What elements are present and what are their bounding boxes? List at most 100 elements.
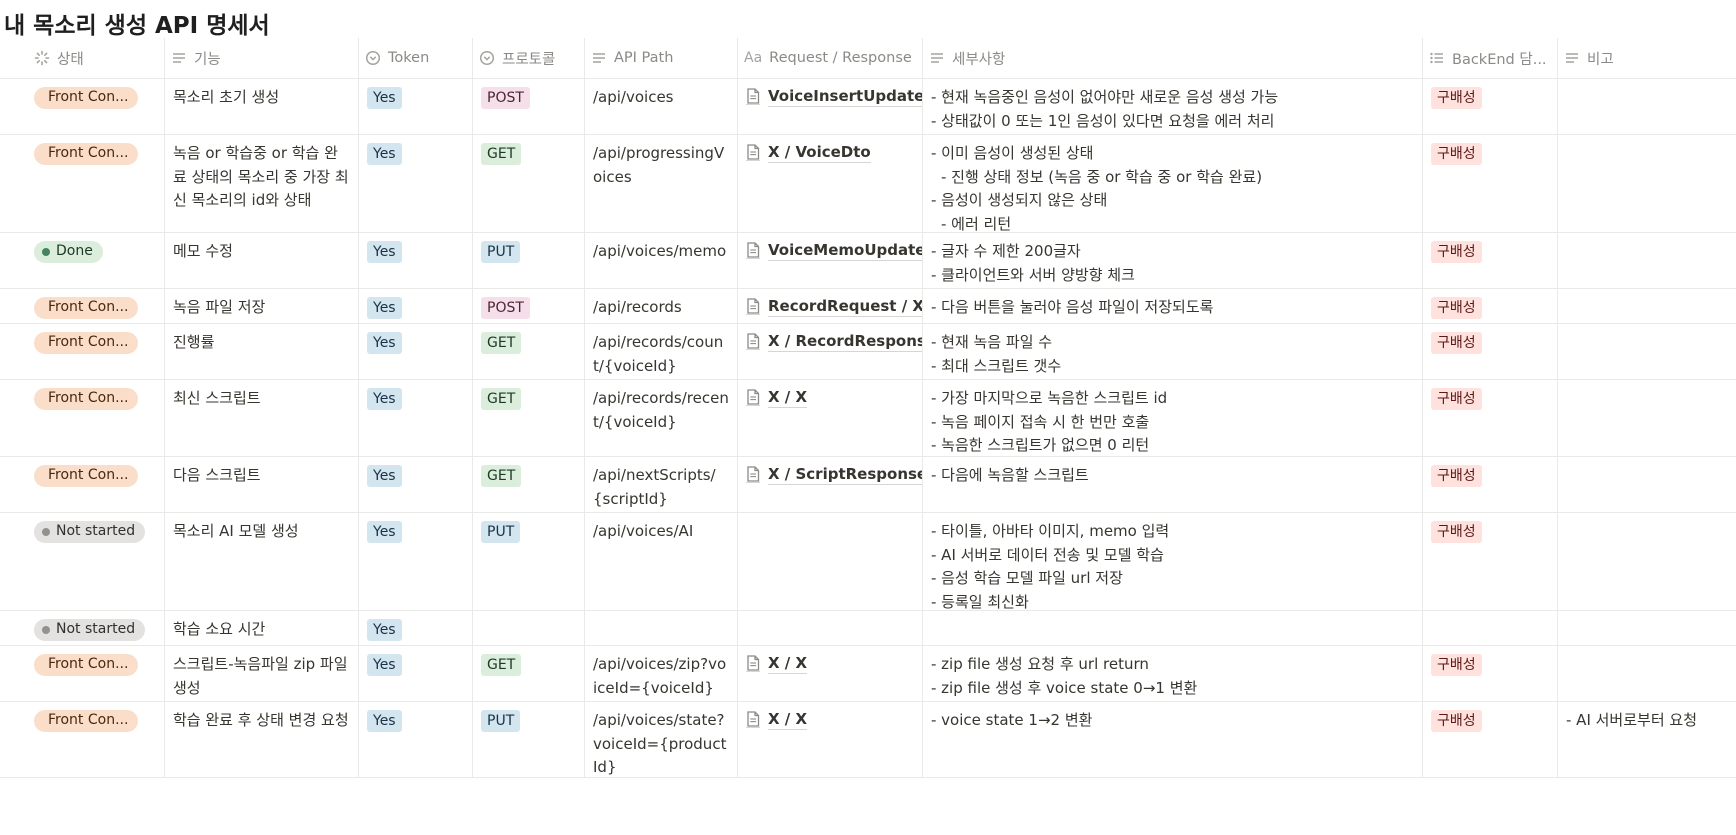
api-path-cell[interactable]: /api/voices/AI [584, 513, 737, 610]
api-path-cell[interactable]: /api/nextScripts/{scriptId} [584, 457, 737, 512]
backend-cell[interactable] [1422, 611, 1557, 645]
backend-cell[interactable]: 구배성 [1422, 233, 1557, 288]
protocol-cell[interactable]: PUT [472, 702, 584, 777]
backend-cell[interactable]: 구배성 [1422, 79, 1557, 134]
detail-cell[interactable]: - voice state 1→2 변환 [922, 702, 1422, 777]
detail-cell[interactable]: - 타이틀, 아바타 이미지, memo 입력 - AI 서버로 데이터 전송 및… [922, 513, 1422, 610]
status-cell[interactable]: Done [0, 233, 164, 288]
protocol-cell[interactable]: PUT [472, 513, 584, 610]
note-cell[interactable] [1557, 79, 1736, 134]
feature-cell[interactable]: 녹음 or 학습중 or 학습 완료 상태의 목소리 중 가장 최신 목소리의 … [164, 135, 358, 232]
feature-cell[interactable]: 진행률 [164, 324, 358, 379]
protocol-cell[interactable]: POST [472, 79, 584, 134]
column-header-token[interactable]: Token [358, 38, 472, 78]
api-path-cell[interactable]: /api/records [584, 289, 737, 323]
status-cell[interactable]: Front Con... [0, 457, 164, 512]
detail-cell[interactable] [922, 611, 1422, 645]
note-cell[interactable] [1557, 513, 1736, 610]
note-cell[interactable] [1557, 611, 1736, 645]
request-response-link[interactable]: X / VoiceDto [746, 142, 914, 163]
column-header-protocol[interactable]: 프로토콜 [472, 38, 584, 78]
api-path-cell[interactable]: /api/records/count/{voiceId} [584, 324, 737, 379]
column-header-note[interactable]: 비고 [1557, 38, 1736, 78]
request-response-cell[interactable]: VoiceMemoUpdateRequest [737, 233, 922, 288]
column-header-backend[interactable]: BackEnd 담... [1422, 38, 1557, 78]
backend-cell[interactable]: 구배성 [1422, 135, 1557, 232]
token-cell[interactable]: Yes [358, 611, 472, 645]
request-response-link[interactable]: X / RecordResponse [746, 331, 922, 352]
request-response-cell[interactable] [737, 513, 922, 610]
note-cell[interactable] [1557, 233, 1736, 288]
status-cell[interactable]: Front Con... [0, 702, 164, 777]
request-response-link[interactable]: RecordRequest / X [746, 296, 922, 317]
api-path-cell[interactable]: /api/voices/zip?voiceId={voiceId} [584, 646, 737, 701]
backend-cell[interactable]: 구배성 [1422, 289, 1557, 323]
backend-cell[interactable]: 구배성 [1422, 513, 1557, 610]
column-header-status[interactable]: 상태 [0, 38, 164, 78]
table-row[interactable]: Not started 목소리 AI 모델 생성 Yes PUT/api/voices… [0, 513, 1736, 611]
token-cell[interactable]: Yes [358, 324, 472, 379]
api-path-cell[interactable]: /api/records/recent/{voiceId} [584, 380, 737, 456]
backend-cell[interactable]: 구배성 [1422, 646, 1557, 701]
feature-cell[interactable]: 메모 수정 [164, 233, 358, 288]
api-path-cell[interactable]: /api/progressingVoices [584, 135, 737, 232]
table-row[interactable]: Front Con... 학습 완료 후 상태 변경 요청 Yes PUT/api/v… [0, 702, 1736, 778]
api-path-cell[interactable] [584, 611, 737, 645]
feature-cell[interactable]: 녹음 파일 저장 [164, 289, 358, 323]
feature-cell[interactable]: 학습 소요 시간 [164, 611, 358, 645]
table-row[interactable]: Done 메모 수정 Yes PUT/api/voices/memo VoiceMemo… [0, 233, 1736, 289]
note-cell[interactable] [1557, 457, 1736, 512]
request-response-cell[interactable]: X / VoiceDto [737, 135, 922, 232]
request-response-cell[interactable]: X / X [737, 380, 922, 456]
token-cell[interactable]: Yes [358, 513, 472, 610]
feature-cell[interactable]: 목소리 초기 생성 [164, 79, 358, 134]
detail-cell[interactable]: - zip file 생성 요청 후 url return - zip file … [922, 646, 1422, 701]
request-response-cell[interactable] [737, 611, 922, 645]
protocol-cell[interactable]: GET [472, 646, 584, 701]
detail-cell[interactable]: - 글자 수 제한 200글자 - 클라이언트와 서버 양방향 체크 [922, 233, 1422, 288]
note-cell[interactable] [1557, 324, 1736, 379]
request-response-link[interactable]: X / ScriptResponse [746, 464, 922, 485]
request-response-link[interactable]: X / X [746, 387, 914, 408]
protocol-cell[interactable]: GET [472, 380, 584, 456]
protocol-cell[interactable]: PUT [472, 233, 584, 288]
column-header-detail[interactable]: 세부사항 [922, 38, 1422, 78]
request-response-cell[interactable]: RecordRequest / X [737, 289, 922, 323]
status-cell[interactable]: Front Con... [0, 79, 164, 134]
backend-cell[interactable]: 구배성 [1422, 457, 1557, 512]
feature-cell[interactable]: 스크립트-녹음파일 zip 파일 생성 [164, 646, 358, 701]
table-row[interactable]: Not started 학습 소요 시간 Yes [0, 611, 1736, 646]
request-response-link[interactable]: VoiceMemoUpdateRequest [746, 240, 922, 261]
table-row[interactable]: Front Con... 스크립트-녹음파일 zip 파일 생성 Yes GET/ap… [0, 646, 1736, 702]
table-row[interactable]: Front Con... 녹음 or 학습중 or 학습 완료 상태의 목소리 중… [0, 135, 1736, 233]
token-cell[interactable]: Yes [358, 702, 472, 777]
token-cell[interactable]: Yes [358, 233, 472, 288]
backend-cell[interactable]: 구배성 [1422, 324, 1557, 379]
table-row[interactable]: Front Con... 진행률 Yes GET/api/records/count/… [0, 324, 1736, 380]
request-response-link[interactable]: X / X [746, 709, 914, 730]
token-cell[interactable]: Yes [358, 646, 472, 701]
status-cell[interactable]: Front Con... [0, 380, 164, 456]
status-cell[interactable]: Front Con... [0, 646, 164, 701]
note-cell[interactable]: - AI 서버로부터 요청 [1557, 702, 1736, 777]
request-response-cell[interactable]: VoiceInsertUpdateDto [737, 79, 922, 134]
detail-cell[interactable]: - 이미 음성이 생성된 상태 - 진행 상태 정보 (녹음 중 or 학습 중 … [922, 135, 1422, 232]
token-cell[interactable]: Yes [358, 79, 472, 134]
note-cell[interactable] [1557, 135, 1736, 232]
feature-cell[interactable]: 다음 스크립트 [164, 457, 358, 512]
column-header-request-response[interactable]: Aa Request / Response [737, 38, 922, 78]
feature-cell[interactable]: 학습 완료 후 상태 변경 요청 [164, 702, 358, 777]
detail-cell[interactable]: - 다음 버튼을 눌러야 음성 파일이 저장되도록 [922, 289, 1422, 323]
detail-cell[interactable]: - 현재 녹음중인 음성이 없어야만 새로운 음성 생성 가능 - 상태값이 0 … [922, 79, 1422, 134]
protocol-cell[interactable]: GET [472, 457, 584, 512]
detail-cell[interactable]: - 현재 녹음 파일 수 - 최대 스크립트 갯수 [922, 324, 1422, 379]
status-cell[interactable]: Front Con... [0, 135, 164, 232]
table-row[interactable]: Front Con... 녹음 파일 저장 Yes POST/api/records R… [0, 289, 1736, 324]
note-cell[interactable] [1557, 380, 1736, 456]
request-response-cell[interactable]: X / X [737, 702, 922, 777]
api-path-cell[interactable]: /api/voices [584, 79, 737, 134]
note-cell[interactable] [1557, 646, 1736, 701]
request-response-link[interactable]: VoiceInsertUpdateDto [746, 86, 922, 107]
backend-cell[interactable]: 구배성 [1422, 380, 1557, 456]
feature-cell[interactable]: 최신 스크립트 [164, 380, 358, 456]
